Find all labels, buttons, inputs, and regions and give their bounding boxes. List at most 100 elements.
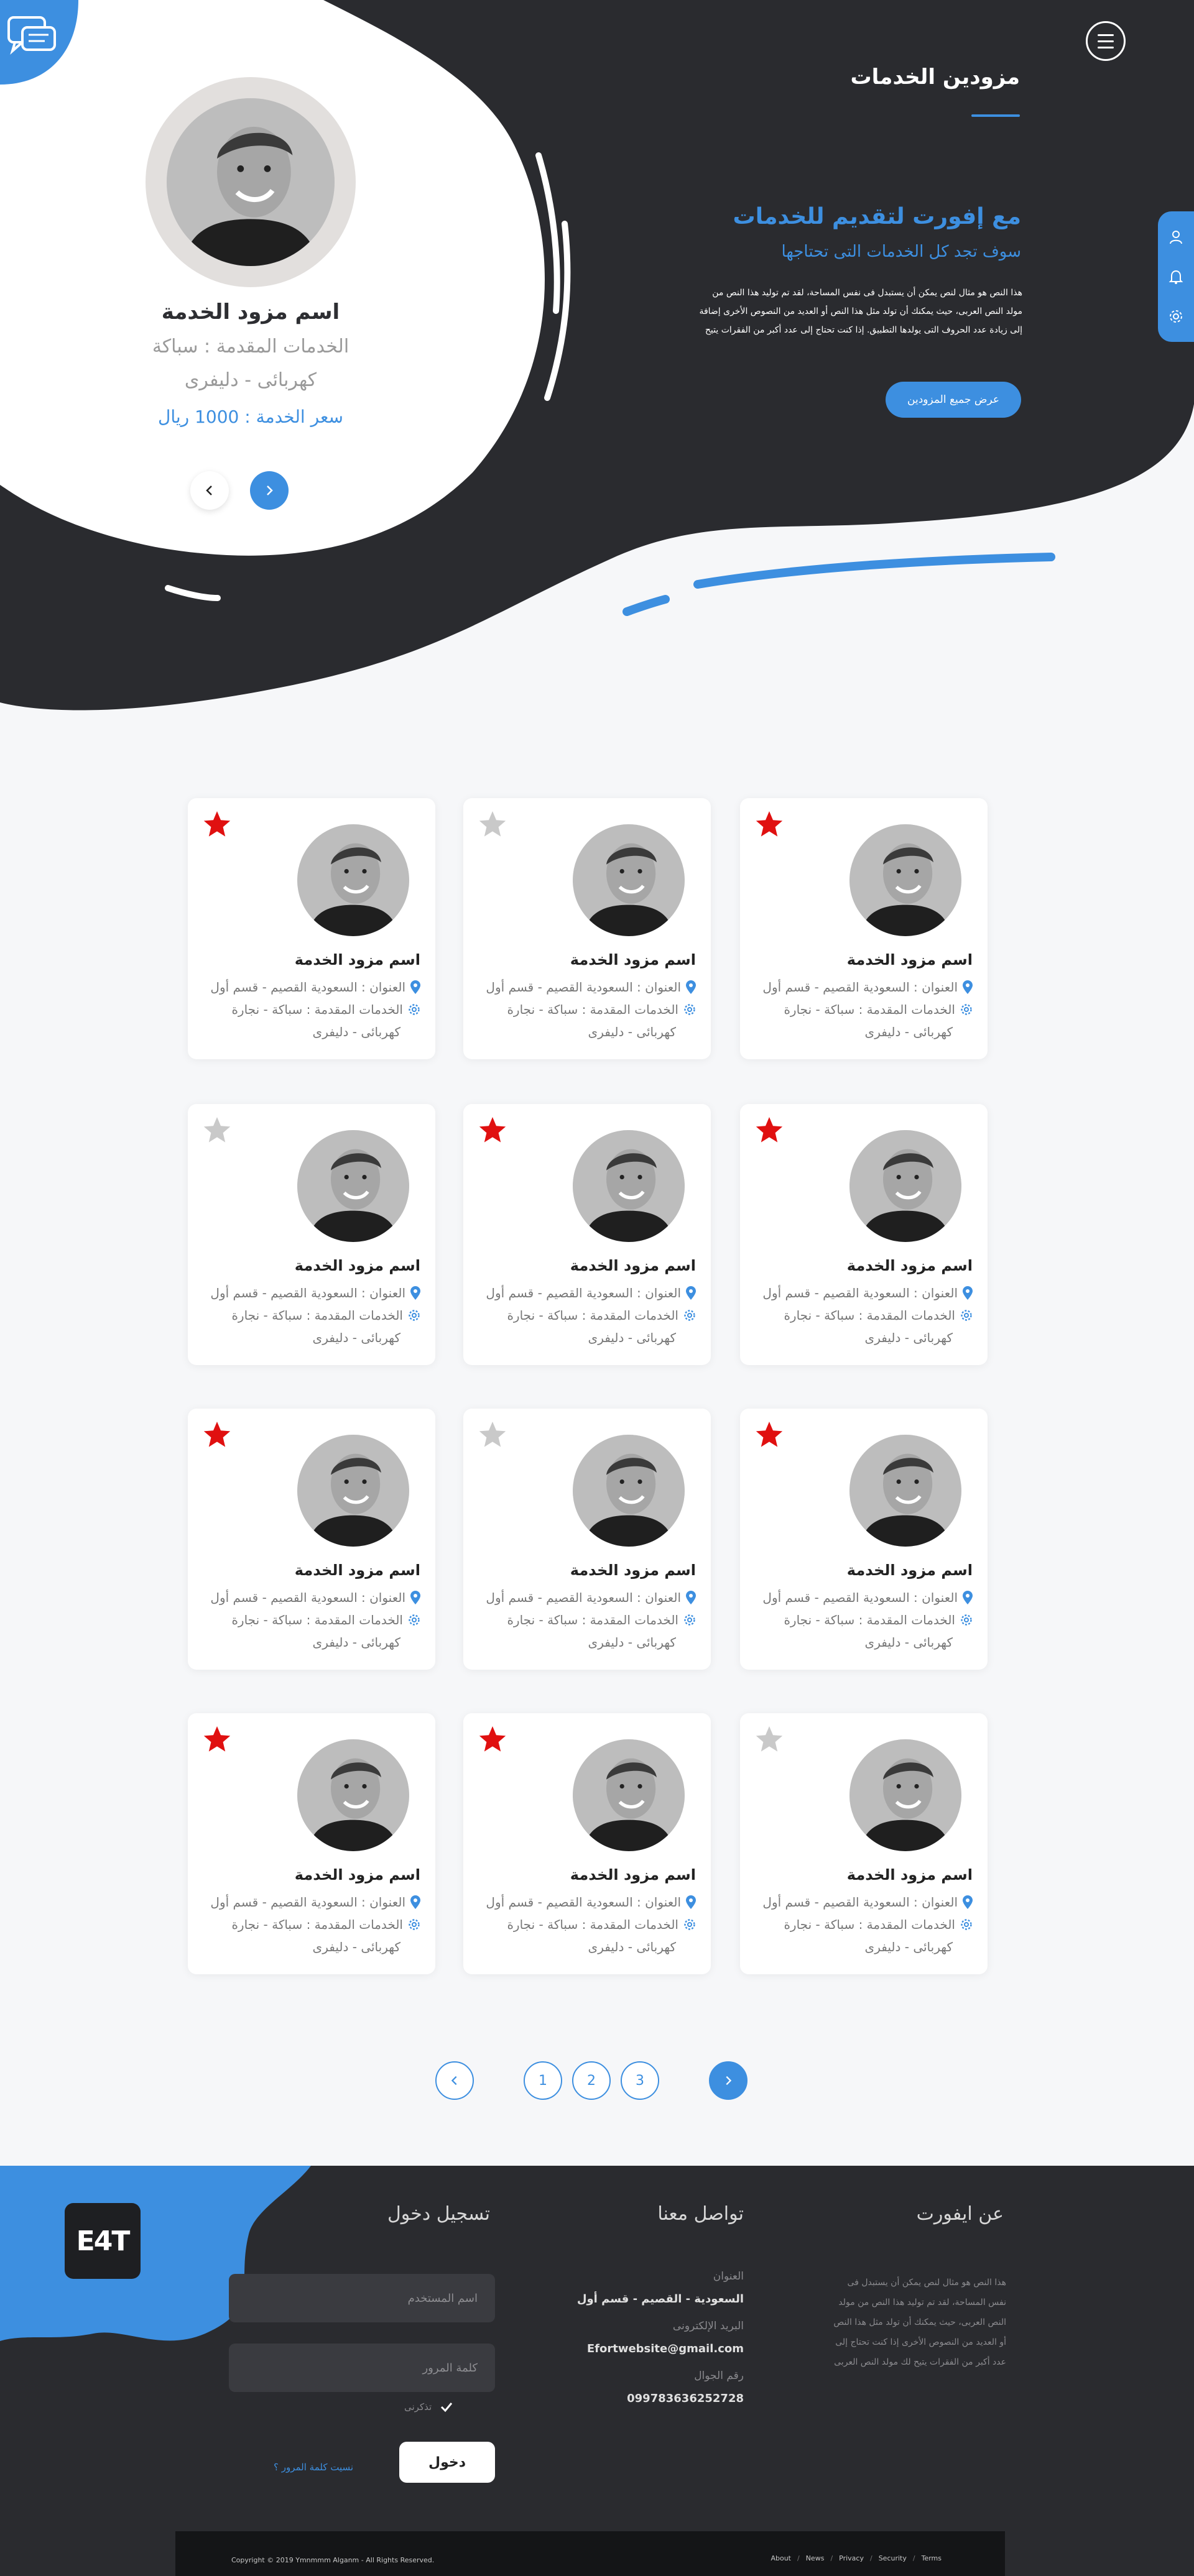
location-pin-icon (686, 1591, 696, 1604)
pagination-prev-button[interactable] (435, 2061, 474, 2100)
gear-icon (409, 1004, 420, 1015)
phone-value[interactable]: 099783636252728 (627, 2392, 744, 2405)
footer-links: About / News / Privacy / Security / Terms (771, 2554, 942, 2562)
provider-services: الخدمات المقدمة : سباكة - نجارة (231, 1002, 420, 1017)
provider-extra-text: كهربائى - دليفرى (864, 1635, 953, 1650)
favorite-star-icon[interactable] (201, 1724, 233, 1754)
email-value[interactable]: Efortwebsite@gmail.com (587, 2342, 744, 2355)
brand-logo[interactable]: E4T (65, 2203, 141, 2279)
provider-address-text: العنوان : السعودية القصيم - قسم أول (762, 1590, 958, 1605)
provider-name: اسم مزود الخدمة (846, 1866, 973, 1884)
favorite-star-icon[interactable] (477, 809, 508, 839)
location-pin-icon (963, 1591, 973, 1604)
provider-card[interactable]: اسم مزود الخدمة العنوان : السعودية القصي… (463, 1713, 711, 1974)
username-input[interactable] (229, 2274, 495, 2322)
pagination-next-button[interactable] (709, 2061, 747, 2100)
bell-icon[interactable] (1168, 269, 1184, 285)
location-pin-icon (410, 1895, 420, 1909)
pagination-page-1[interactable]: 1 (524, 2061, 562, 2100)
forgot-password-link[interactable]: نسيت كلمة المرور ؟ (274, 2462, 353, 2473)
user-icon[interactable] (1168, 229, 1184, 245)
provider-card[interactable]: اسم مزود الخدمة العنوان : السعودية القصي… (188, 1409, 435, 1670)
featured-provider-services: الخدمات المقدمة : سباكة (152, 336, 349, 357)
provider-extra-text: كهربائى - دليفرى (588, 1330, 676, 1345)
page-title: مزودين الخدمات (850, 65, 1020, 90)
provider-services-text: الخدمات المقدمة : سباكة - نجارة (231, 1308, 403, 1323)
pagination-page-2[interactable]: 2 (572, 2061, 611, 2100)
provider-address-text: العنوان : السعودية القصيم - قسم أول (210, 980, 405, 995)
provider-avatar (573, 1130, 685, 1242)
footer-about-text: هذا النص هو مثال لنص يمكن أن يستبدل فى ن… (833, 2278, 1006, 2367)
provider-card[interactable]: اسم مزود الخدمة العنوان : السعودية القصي… (188, 798, 435, 1059)
provider-card[interactable]: اسم مزود الخدمة العنوان : السعودية القصي… (188, 1713, 435, 1974)
address-label: العنوان (713, 2270, 744, 2283)
provider-address: العنوان : السعودية القصيم - قسم أول (486, 1590, 696, 1605)
view-all-providers-button[interactable]: عرض جميع المزودين (886, 382, 1021, 418)
gear-icon (961, 1310, 972, 1321)
provider-extra-services: كهربائى - دليفرى (865, 1939, 953, 1954)
footer-link-news[interactable]: News (806, 2554, 825, 2562)
provider-card[interactable]: اسم مزود الخدمة العنوان : السعودية القصي… (463, 1104, 711, 1365)
checkmark-icon[interactable] (439, 2399, 454, 2414)
gear-icon (409, 1919, 420, 1930)
provider-address: العنوان : السعودية القصيم - قسم أول (762, 1895, 973, 1910)
provider-extra-text: كهربائى - دليفرى (312, 1330, 400, 1345)
provider-services-text: الخدمات المقدمة : سباكة - نجارة (507, 1002, 678, 1017)
provider-address-text: العنوان : السعودية القصيم - قسم أول (486, 1895, 681, 1910)
hamburger-menu-button[interactable] (1086, 21, 1126, 61)
provider-address-text: العنوان : السعودية القصيم - قسم أول (486, 980, 681, 995)
provider-avatar (297, 1739, 409, 1851)
password-input[interactable] (229, 2344, 495, 2392)
provider-extra-text: كهربائى - دليفرى (864, 1024, 953, 1039)
favorite-star-icon[interactable] (201, 1420, 233, 1450)
favorite-star-icon[interactable] (477, 1724, 508, 1754)
provider-card[interactable]: اسم مزود الخدمة العنوان : السعودية القصي… (740, 1409, 988, 1670)
favorite-star-icon[interactable] (477, 1420, 508, 1450)
provider-card[interactable]: اسم مزود الخدمة العنوان : السعودية القصي… (740, 798, 988, 1059)
favorite-star-icon[interactable] (754, 1115, 785, 1145)
chat-icon[interactable] (0, 0, 81, 87)
footer-about-heading: عن ايفورت (916, 2203, 1004, 2225)
favorite-star-icon[interactable] (754, 1724, 785, 1754)
favorite-star-icon[interactable] (477, 1115, 508, 1145)
settings-icon[interactable] (1168, 308, 1184, 324)
login-button[interactable]: دخول (399, 2442, 495, 2483)
provider-name: اسم مزود الخدمة (294, 951, 420, 968)
chevron-right-icon (267, 485, 273, 495)
provider-services: الخدمات المقدمة : سباكة - نجارة (784, 1308, 973, 1323)
pagination-page-3[interactable]: 3 (621, 2061, 659, 2100)
provider-card[interactable]: اسم مزود الخدمة العنوان : السعودية القصي… (463, 798, 711, 1059)
provider-extra-services: كهربائى - دليفرى (865, 1330, 953, 1345)
featured-prev-button[interactable] (190, 471, 229, 510)
provider-extra-services: كهربائى - دليفرى (865, 1024, 953, 1039)
featured-next-button[interactable] (250, 471, 289, 510)
footer-link-security[interactable]: Security (879, 2554, 907, 2562)
footer-link-terms[interactable]: Terms (922, 2554, 942, 2562)
intro-body: هذا النص هو مثال لنص يمكن أن يستبدل فى ن… (699, 288, 1022, 335)
chevron-left-icon (206, 485, 212, 495)
provider-address: العنوان : السعودية القصيم - قسم أول (762, 1590, 973, 1605)
provider-extra-text: كهربائى - دليفرى (588, 1024, 676, 1039)
provider-services: الخدمات المقدمة : سباكة - نجارة (507, 1002, 696, 1017)
email-label: البريد الإلكترونى (672, 2320, 744, 2332)
favorite-star-icon[interactable] (201, 809, 233, 839)
favorite-star-icon[interactable] (754, 1420, 785, 1450)
location-pin-icon (410, 980, 420, 994)
favorite-star-icon[interactable] (201, 1115, 233, 1145)
footer-link-privacy[interactable]: Privacy (839, 2554, 864, 2562)
provider-services: الخدمات المقدمة : سباكة - نجارة (231, 1308, 420, 1323)
gear-icon (684, 1919, 695, 1930)
provider-services-text: الخدمات المقدمة : سباكة - نجارة (784, 1308, 955, 1323)
provider-address-text: العنوان : السعودية القصيم - قسم أول (210, 1286, 405, 1300)
provider-services: الخدمات المقدمة : سباكة - نجارة (507, 1308, 696, 1323)
provider-card[interactable]: اسم مزود الخدمة العنوان : السعودية القصي… (463, 1409, 711, 1670)
provider-card[interactable]: اسم مزود الخدمة العنوان : السعودية القصي… (740, 1713, 988, 1974)
favorite-star-icon[interactable] (754, 809, 785, 839)
footer-link-about[interactable]: About (771, 2554, 791, 2562)
provider-card[interactable]: اسم مزود الخدمة العنوان : السعودية القصي… (188, 1104, 435, 1365)
provider-extra-text: كهربائى - دليفرى (588, 1635, 676, 1650)
provider-address-text: العنوان : السعودية القصيم - قسم أول (210, 1590, 405, 1605)
provider-extra-services: كهربائى - دليفرى (313, 1024, 400, 1039)
provider-card[interactable]: اسم مزود الخدمة العنوان : السعودية القصي… (740, 1104, 988, 1365)
provider-services-text: الخدمات المقدمة : سباكة - نجارة (231, 1002, 403, 1017)
